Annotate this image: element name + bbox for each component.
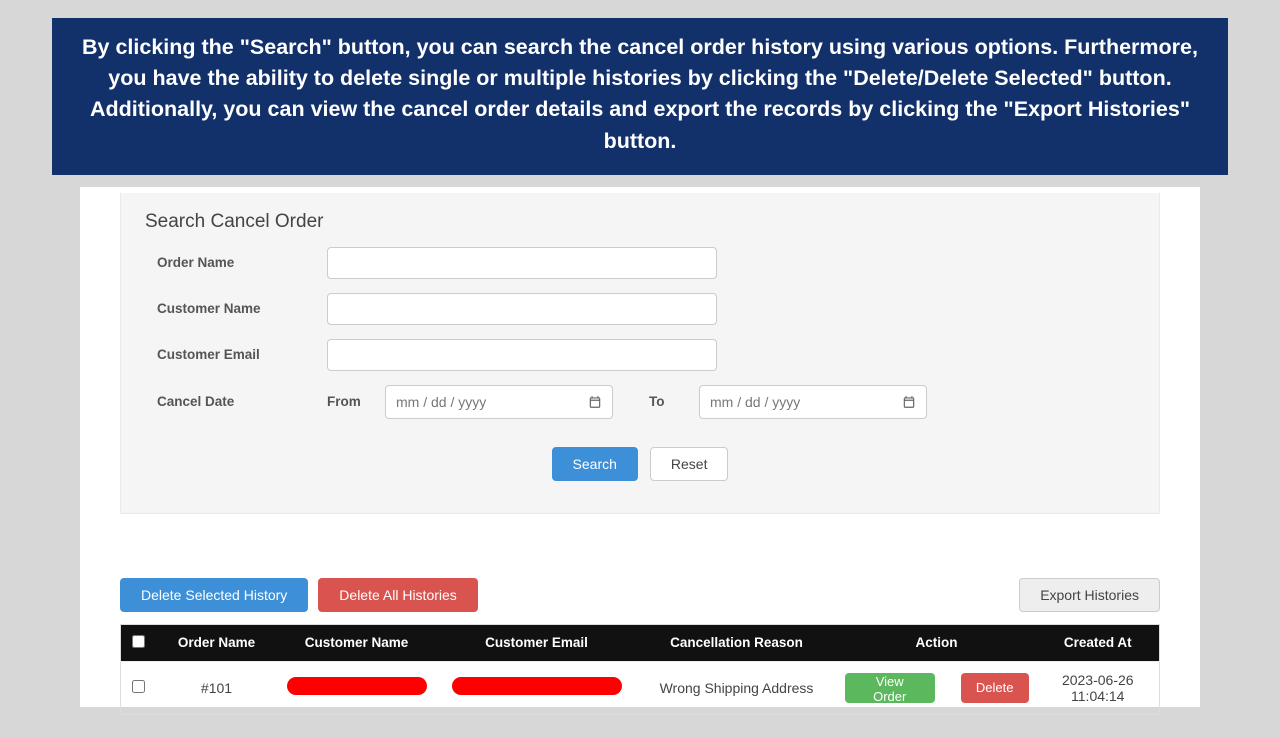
instruction-banner: By clicking the "Search" button, you can… — [52, 18, 1228, 175]
delete-all-button[interactable]: Delete All Histories — [318, 578, 478, 612]
cell-customer-email — [437, 661, 637, 714]
search-button-row: Search Reset — [145, 447, 1135, 481]
label-customer-name: Customer Name — [157, 301, 327, 316]
table-row: #101 Wrong Shipping Address View Order D… — [121, 661, 1160, 714]
cell-customer-name — [277, 661, 437, 714]
reset-button[interactable]: Reset — [650, 447, 729, 481]
date-to-input[interactable]: mm / dd / yyyy — [699, 385, 927, 419]
customer-email-input[interactable] — [327, 339, 717, 371]
label-order-name: Order Name — [157, 255, 327, 270]
cell-created-at: 2023-06-26 11:04:14 — [1037, 661, 1160, 714]
select-all-checkbox[interactable] — [132, 635, 145, 648]
history-table-wrap: Order Name Customer Name Customer Email … — [120, 624, 1160, 715]
delete-row-button[interactable]: Delete — [961, 673, 1029, 703]
label-customer-email: Customer Email — [157, 347, 327, 362]
col-customer-email: Customer Email — [437, 624, 637, 661]
view-order-button[interactable]: View Order — [845, 673, 935, 703]
redacted-email — [452, 677, 622, 695]
cell-action: View Order Delete — [837, 661, 1037, 714]
date-from-input[interactable]: mm / dd / yyyy — [385, 385, 613, 419]
export-histories-button[interactable]: Export Histories — [1019, 578, 1160, 612]
row-order-name: Order Name — [145, 247, 1135, 279]
col-customer-name: Customer Name — [277, 624, 437, 661]
delete-selected-button[interactable]: Delete Selected History — [120, 578, 308, 612]
label-from: From — [327, 394, 385, 409]
col-reason: Cancellation Reason — [637, 624, 837, 661]
search-button[interactable]: Search — [552, 447, 638, 481]
calendar-icon — [588, 395, 602, 409]
order-name-input[interactable] — [327, 247, 717, 279]
history-table: Order Name Customer Name Customer Email … — [120, 624, 1160, 715]
search-panel: Search Cancel Order Order Name Customer … — [120, 193, 1160, 514]
label-to: To — [649, 394, 699, 409]
app-container: Search Cancel Order Order Name Customer … — [80, 187, 1200, 707]
search-title: Search Cancel Order — [145, 211, 1135, 233]
row-customer-email: Customer Email — [145, 339, 1135, 371]
date-from-placeholder: mm / dd / yyyy — [396, 394, 486, 410]
label-cancel-date: Cancel Date — [157, 394, 327, 409]
redacted-name — [287, 677, 427, 695]
col-action: Action — [837, 624, 1037, 661]
cell-reason: Wrong Shipping Address — [637, 661, 837, 714]
col-created-at: Created At — [1037, 624, 1160, 661]
cell-order-name: #101 — [157, 661, 277, 714]
col-order-name: Order Name — [157, 624, 277, 661]
history-toolbar: Delete Selected History Delete All Histo… — [120, 578, 1160, 612]
customer-name-input[interactable] — [327, 293, 717, 325]
row-cancel-date: Cancel Date From mm / dd / yyyy To mm / … — [145, 385, 1135, 419]
calendar-icon — [902, 395, 916, 409]
date-to-placeholder: mm / dd / yyyy — [710, 394, 800, 410]
col-select — [121, 624, 157, 661]
row-checkbox[interactable] — [132, 680, 145, 693]
row-customer-name: Customer Name — [145, 293, 1135, 325]
